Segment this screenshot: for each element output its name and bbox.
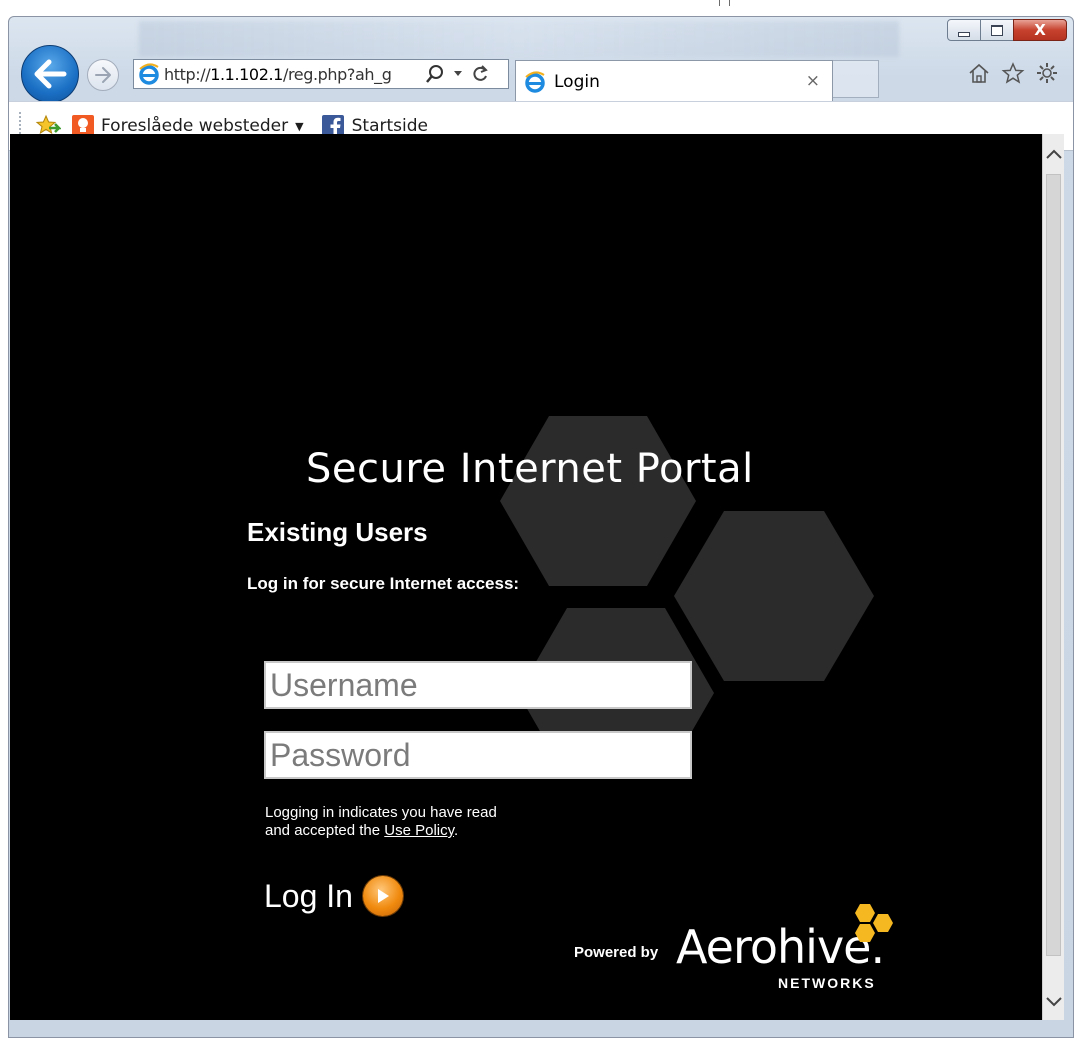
chevron-down-icon[interactable]: [453, 70, 463, 78]
desktop-strip: [0, 0, 1081, 16]
policy-suffix: .: [454, 822, 459, 839]
use-policy-link[interactable]: Use Policy: [384, 822, 454, 839]
username-input[interactable]: [264, 661, 692, 709]
minimize-icon: [958, 31, 970, 37]
password-input[interactable]: [264, 731, 692, 779]
existing-users-heading: Existing Users: [247, 517, 428, 547]
policy-line-2: and accepted the Use Policy.: [265, 822, 497, 840]
fav-startside-label: Startside: [351, 116, 428, 136]
play-triangle-icon: [377, 889, 389, 903]
scrollbar-thumb[interactable]: [1046, 174, 1061, 956]
url-prefix: http://: [164, 64, 211, 84]
policy-prefix: and accepted the: [265, 822, 385, 839]
login-button[interactable]: Log In: [264, 876, 403, 916]
close-window-button[interactable]: X: [1013, 19, 1067, 41]
url-host: 1.1.102.1: [210, 64, 283, 84]
favorites-star-icon[interactable]: [1001, 62, 1025, 84]
aerohive-branding: Powered by Aerohive. NETWORKS: [574, 902, 904, 997]
url-path: /reg.php?ah_g: [282, 64, 392, 84]
powered-by-text: Powered by: [574, 944, 659, 961]
back-arrow-icon: [34, 59, 67, 89]
background-hexagon: [500, 416, 696, 586]
window-caption-buttons: X: [947, 19, 1067, 41]
brand-subtitle: NETWORKS: [778, 975, 876, 991]
forward-arrow-icon: [95, 67, 111, 83]
scroll-up-icon[interactable]: [1045, 142, 1063, 166]
address-url[interactable]: http://1.1.102.1/reg.php?ah_g: [164, 65, 419, 84]
ie-logo-icon: [525, 70, 545, 93]
portal-title: Secure Internet Portal: [306, 446, 754, 492]
fav-suggested-label: Foreslåede websteder: [101, 116, 289, 136]
desktop-tick: [729, 0, 730, 6]
refresh-icon[interactable]: [471, 64, 489, 84]
desktop-tick: [719, 0, 720, 6]
address-bar[interactable]: http://1.1.102.1/reg.php?ah_g: [133, 59, 509, 89]
toolbar-right-icons: [967, 61, 1059, 85]
home-icon[interactable]: [967, 62, 991, 84]
minimize-button[interactable]: [947, 19, 981, 41]
search-icon[interactable]: [425, 64, 445, 84]
background-hexagon: [674, 511, 874, 681]
ie-logo-icon: [139, 63, 159, 85]
vertical-scrollbar[interactable]: [1042, 134, 1064, 1020]
policy-line-1: Logging in indicates you have read: [265, 804, 497, 821]
chevron-down-icon: ▼: [295, 119, 304, 133]
forward-button[interactable]: [87, 59, 119, 91]
brand-name-text: Aerohive: [676, 920, 871, 974]
new-tab-button[interactable]: [833, 60, 879, 98]
address-tools: [425, 64, 489, 84]
maximize-icon: [991, 24, 1003, 36]
maximize-button[interactable]: [980, 19, 1014, 41]
login-instructions: Log in for secure Internet access:: [247, 574, 520, 593]
tab-title: Login: [554, 71, 600, 92]
page-viewport: Secure Internet Portal Existing Users Lo…: [10, 134, 1042, 1020]
aerohive-hex-logo-icon: [855, 904, 893, 942]
use-policy-notice: Logging in indicates you have read and a…: [265, 804, 497, 840]
gear-icon[interactable]: [1035, 61, 1059, 85]
close-icon: X: [1034, 20, 1046, 39]
background-blur: [139, 21, 899, 57]
login-label: Log In: [264, 877, 353, 914]
tab-login[interactable]: Login ×: [515, 60, 833, 102]
play-arrow-icon: [362, 876, 403, 916]
back-button[interactable]: [21, 45, 79, 103]
tab-close-icon[interactable]: ×: [806, 71, 820, 91]
scroll-down-icon[interactable]: [1045, 990, 1063, 1014]
